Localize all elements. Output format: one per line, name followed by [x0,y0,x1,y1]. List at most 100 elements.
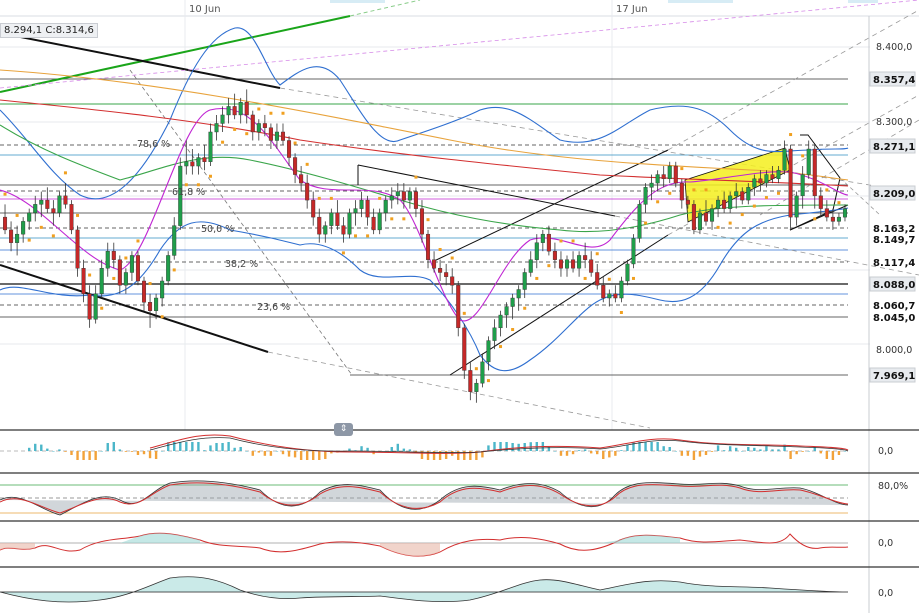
psar-dot [789,133,793,137]
macd-bar [565,451,569,456]
macd-bar [511,443,514,451]
macd-bar [583,449,587,451]
candle-body [480,361,485,384]
candle-body [341,225,346,235]
macd-bar [728,446,732,451]
price-marker-8163: 8.163,2 [873,224,915,235]
macd-bar [100,451,103,452]
psar-dot [317,196,321,200]
psar-dot [728,221,732,225]
candle-body [419,208,424,235]
macd-bar [88,451,91,460]
candle-body [202,157,207,162]
candle-body [154,297,159,311]
psar-dot [3,192,7,196]
macd-bar [668,447,671,451]
macd-bar [753,447,756,451]
candle-body [250,114,255,133]
candle-body [528,259,533,273]
macd-bar [154,451,158,459]
candle-body [383,199,388,214]
psar-dot [825,188,829,192]
macd-bar [136,451,140,455]
candle-body [432,259,437,269]
psar-dot [752,204,756,208]
macd-bar [577,450,581,451]
psar-dot [63,171,67,175]
candle-body [842,208,847,218]
macd-bar [70,451,73,455]
psar-dot [837,201,841,205]
candle-body [504,306,509,316]
psar-dot [366,234,370,238]
macd-bar [76,451,79,460]
psar-dot [402,217,406,221]
psar-dot [801,154,805,158]
macd-bar [626,444,629,451]
macd-bar [589,451,593,454]
candle [691,200,696,235]
psar-dot [462,311,466,315]
macd-bar [305,451,309,460]
candle-body [426,233,431,260]
macd-bar [112,442,115,451]
psar-dot [160,315,164,319]
momentum-zero-label: 0,0 [878,538,893,549]
candle-body [353,208,358,214]
psar-dot [692,188,696,192]
psar-dot [777,191,781,195]
candle-body [788,148,793,218]
candle-body [824,208,829,218]
psar-dot [619,310,623,314]
oscillator-zero-label: 0,0 [878,588,893,599]
candle-body [389,195,394,201]
macd-zero-label: 0,0 [878,446,893,457]
pane-resize-handle[interactable]: ⇕ [334,423,353,436]
candle-body [305,182,310,201]
candle-body [444,272,449,277]
candle-body [643,187,648,205]
psar-dot [15,213,19,217]
macd-bar [837,451,841,455]
macd-bar [82,451,85,460]
psar-dot [499,345,503,349]
macd-bar [324,451,327,459]
psar-dot [474,367,478,371]
fib-label-61: 61,8 % [172,187,205,198]
candle-body [105,250,110,269]
macd-bar [52,451,55,452]
candle-body [111,250,116,260]
candle-body [359,199,364,209]
macd-bar [203,450,206,451]
candle-body [722,199,727,209]
candle-body [758,178,763,184]
macd-bar [269,451,273,456]
candle-body [148,302,153,311]
candle-body [522,272,527,290]
price-chart[interactable]: 10 Jun 17 Jun 78,6 % 61,8 % 50,0 % 38,2 … [0,0,919,613]
candle-body [190,161,195,167]
candle-body [740,191,745,201]
price-tick-8300: 8.300,0 [876,117,912,128]
candle-body [135,255,140,282]
macd-bar [227,442,230,451]
candle-body [365,199,370,218]
psar-dot [414,175,418,179]
candle-body [697,212,702,231]
candle-body [117,259,122,286]
candle-body [81,268,86,294]
candle-body [710,208,715,222]
candle-body [256,123,261,133]
candle-body [407,191,412,201]
candle-body [534,242,539,260]
candle-body [347,212,352,235]
macd-bar [608,451,611,458]
date-label-10-jun: 10 Jun [189,4,221,15]
candle-body [794,195,799,218]
candle-body [329,212,334,226]
candle-body [214,123,219,133]
macd-bar [215,443,218,451]
candle-body [770,174,775,180]
macd-bar [747,447,750,451]
macd-bar [142,451,146,455]
